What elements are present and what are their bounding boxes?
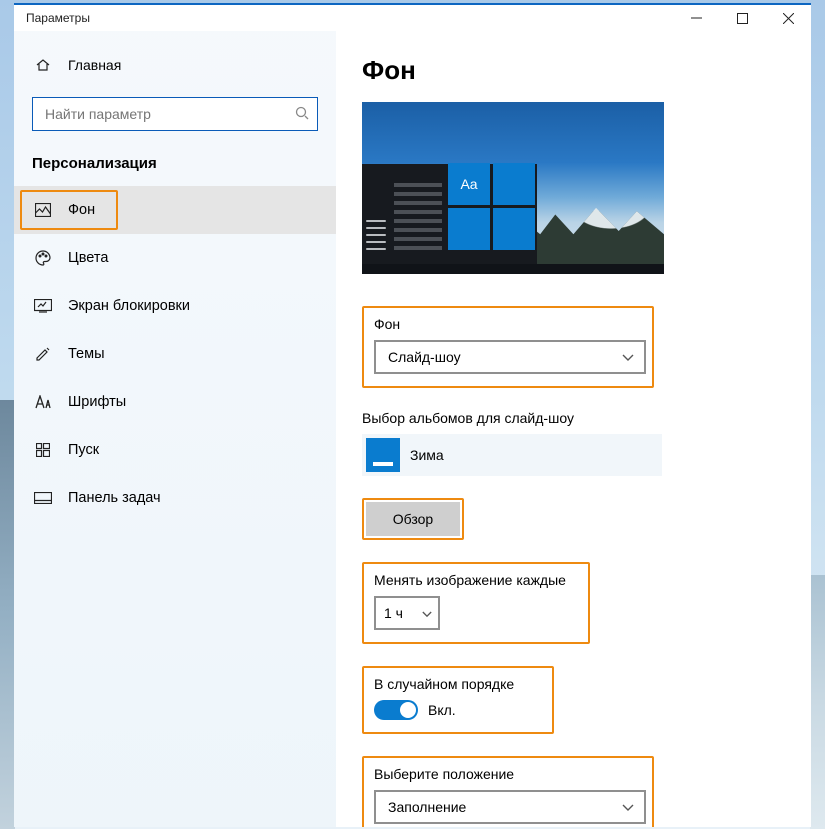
select-value: 1 ч (384, 605, 422, 621)
preview-startmenu: Aa (362, 164, 537, 264)
maximize-button[interactable] (719, 5, 765, 31)
titlebar: Параметры (14, 5, 811, 31)
sidebar-item-label: Пуск (68, 442, 99, 458)
home-icon (34, 57, 52, 73)
minimize-button[interactable] (673, 5, 719, 31)
album-name: Зима (410, 447, 444, 463)
main-panel: Фон Aa Фон Слайд-шоу (336, 31, 811, 827)
sidebar-section-title: Персонализация (14, 149, 336, 186)
home-button[interactable]: Главная (14, 45, 336, 85)
select-value: Слайд-шоу (388, 349, 622, 365)
background-preview: Aa (362, 102, 664, 274)
page-title: Фон (362, 55, 791, 86)
shuffle-state: Вкл. (428, 702, 456, 718)
sidebar-item-label: Шрифты (68, 394, 126, 410)
highlight-box-interval: Менять изображение каждые 1 ч (362, 562, 590, 644)
interval-select[interactable]: 1 ч (374, 596, 440, 630)
taskbar-icon (34, 492, 52, 504)
window-title: Параметры (26, 11, 90, 25)
picture-icon (34, 203, 52, 217)
preview-tile-aa: Aa (448, 163, 490, 205)
fonts-icon (34, 395, 52, 409)
settings-window: Параметры Главная (14, 3, 811, 827)
home-label: Главная (68, 57, 121, 73)
sidebar-item-start[interactable]: Пуск (14, 426, 336, 474)
fit-label: Выберите положение (374, 766, 642, 782)
shuffle-label: В случайном порядке (374, 676, 542, 692)
sidebar-item-colors[interactable]: Цвета (14, 234, 336, 282)
close-button[interactable] (765, 5, 811, 31)
lockscreen-icon (34, 299, 52, 313)
interval-label: Менять изображение каждые (374, 572, 578, 588)
themes-icon (34, 346, 52, 362)
palette-icon (34, 250, 52, 266)
preview-taskbar (362, 264, 664, 274)
album-row: Зима (362, 434, 662, 476)
album-section-label: Выбор альбомов для слайд-шоу (362, 410, 791, 426)
sidebar-item-label: Цвета (68, 250, 108, 266)
background-type-select[interactable]: Слайд-шоу (374, 340, 646, 374)
sidebar-item-fonts[interactable]: Шрифты (14, 378, 336, 426)
chevron-down-icon (622, 349, 634, 365)
search-icon (295, 106, 309, 123)
chevron-down-icon (422, 605, 432, 621)
highlight-box-browse: Обзор (362, 498, 464, 540)
browse-button[interactable]: Обзор (366, 502, 460, 536)
folder-icon (366, 438, 400, 472)
highlight-box-fit: Выберите положение Заполнение (362, 756, 654, 827)
sidebar-item-label: Экран блокировки (68, 298, 190, 314)
sidebar-item-themes[interactable]: Темы (14, 330, 336, 378)
chevron-down-icon (622, 799, 634, 815)
desktop-background-left (0, 400, 15, 829)
sidebar-item-taskbar[interactable]: Панель задач (14, 474, 336, 522)
shuffle-toggle[interactable] (374, 700, 418, 720)
desktop-background-right (810, 575, 825, 829)
sidebar-item-label: Фон (68, 202, 95, 218)
sidebar-item-label: Темы (68, 346, 105, 362)
highlight-box-background-select: Фон Слайд-шоу (362, 306, 654, 388)
fit-select[interactable]: Заполнение (374, 790, 646, 824)
select-value: Заполнение (388, 799, 622, 815)
highlight-box-shuffle: В случайном порядке Вкл. (362, 666, 554, 734)
browse-label: Обзор (393, 511, 433, 527)
background-type-label: Фон (374, 316, 642, 332)
start-icon (34, 443, 52, 457)
sidebar-item-lockscreen[interactable]: Экран блокировки (14, 282, 336, 330)
sidebar-item-background[interactable]: Фон (14, 186, 336, 234)
sidebar-item-label: Панель задач (68, 490, 161, 506)
search-input-container[interactable] (32, 97, 318, 131)
search-input[interactable] (43, 105, 295, 123)
sidebar: Главная Персонализация Фон (14, 31, 336, 827)
